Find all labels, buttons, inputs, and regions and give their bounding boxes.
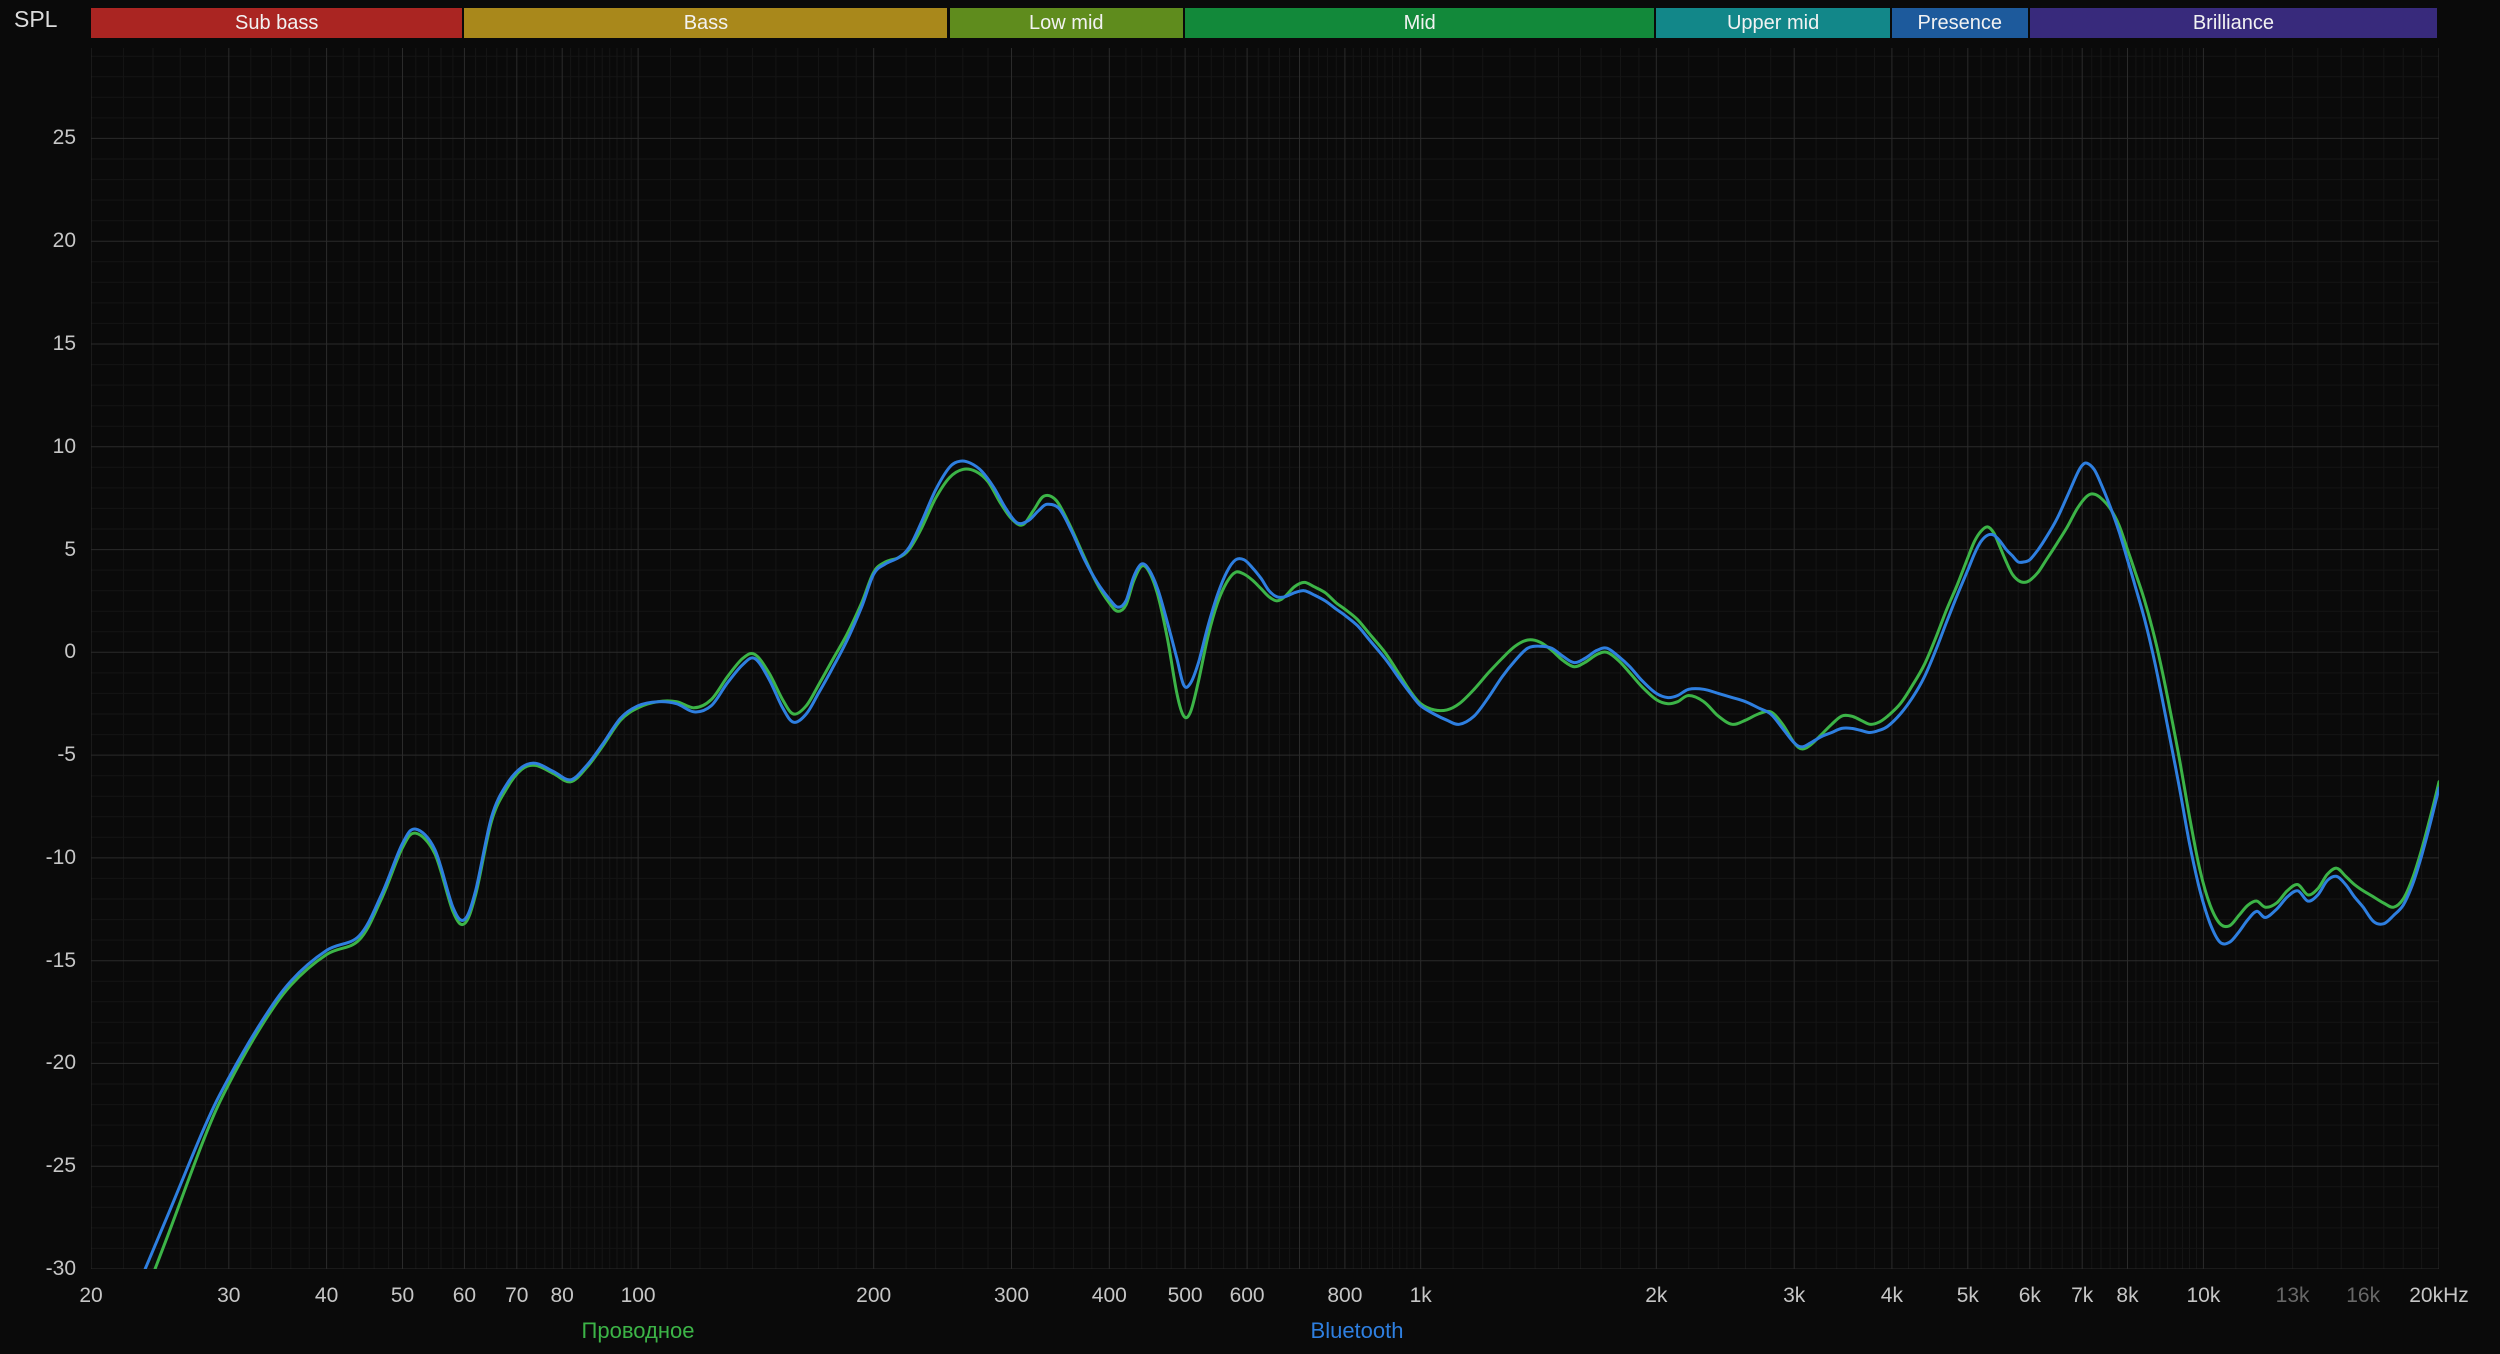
x-tick-300: 300	[993, 1284, 1030, 1307]
x-tick-30: 30	[217, 1284, 241, 1307]
y-tick-15: 15	[52, 332, 76, 355]
legend-item-wired[interactable]: Проводное	[582, 1318, 695, 1344]
x-tick-70: 70	[505, 1284, 529, 1307]
x-tick-8k: 8k	[2116, 1284, 2139, 1307]
x-tick-6k: 6k	[2018, 1284, 2041, 1307]
band-sub-bass: Sub bass	[91, 8, 463, 38]
x-tick-5k: 5k	[1956, 1284, 1979, 1307]
x-tick-40: 40	[314, 1284, 339, 1307]
x-tick-20: 20	[79, 1284, 103, 1307]
y-axis-tick-labels: 25 20 15 10 5 0 -5 -10 -15 -20 -25 -30	[0, 0, 76, 1354]
x-tick-60: 60	[452, 1284, 477, 1307]
band-brilliance: Brilliance	[2029, 8, 2437, 38]
frequency-response-chart: SPL Sub bass Bass Low mid Mid Upper mid Prese…	[0, 0, 2500, 1354]
x-axis-tick-labels: 20 30 40 50 60 70 80 100 200 300 400 500 600 800 1k 2k 3…	[79, 1284, 2500, 1316]
x-tick-200: 200	[856, 1284, 892, 1307]
x-tick-13k: 13k	[2275, 1284, 2310, 1307]
y-tick-25: 25	[52, 126, 76, 150]
x-tick-2k: 2k	[1645, 1284, 1668, 1307]
x-tick-7k: 7k	[2071, 1284, 2094, 1307]
y-tick--25: -25	[45, 1154, 76, 1178]
band-bass: Bass	[464, 8, 948, 38]
x-tick-1k: 1k	[1409, 1284, 1432, 1307]
band-presence: Presence	[1891, 8, 2028, 38]
y-tick--20: -20	[45, 1051, 76, 1075]
x-tick-600: 600	[1229, 1284, 1265, 1307]
y-tick-0: 0	[64, 640, 76, 664]
plot-area	[91, 48, 2439, 1269]
y-tick--5: -5	[57, 743, 76, 767]
x-tick-4k: 4k	[1880, 1284, 1903, 1307]
x-tick-800: 800	[1327, 1284, 1363, 1307]
frequency-bands-strip: Sub bass Bass Low mid Mid Upper mid Presence B…	[91, 8, 2439, 38]
y-tick--30: -30	[45, 1257, 76, 1280]
legend-item-bluetooth[interactable]: Bluetooth	[1311, 1318, 1404, 1344]
x-tick-16k: 16k	[2346, 1284, 2381, 1307]
y-tick--15: -15	[45, 948, 76, 972]
band-low-mid: Low mid	[949, 8, 1184, 38]
band-upper-mid: Upper mid	[1656, 8, 1890, 38]
y-tick-20: 20	[52, 229, 76, 253]
grid-minor-lines	[91, 48, 2439, 1269]
x-tick-400: 400	[1091, 1284, 1127, 1307]
x-tick-3k: 3k	[1783, 1284, 1806, 1307]
x-tick-50: 50	[390, 1284, 415, 1307]
x-tick-80: 80	[550, 1284, 574, 1307]
x-tick-500: 500	[1167, 1284, 1203, 1307]
x-tick-100: 100	[620, 1284, 656, 1307]
y-tick-5: 5	[64, 537, 76, 561]
x-tick-10k: 10k	[2186, 1284, 2221, 1307]
y-tick--10: -10	[45, 845, 76, 869]
x-tick-20kHz: 20kHz	[2409, 1284, 2469, 1307]
grid-major-lines	[91, 48, 2439, 1269]
y-tick-10: 10	[52, 434, 76, 458]
band-mid: Mid	[1185, 8, 1655, 38]
